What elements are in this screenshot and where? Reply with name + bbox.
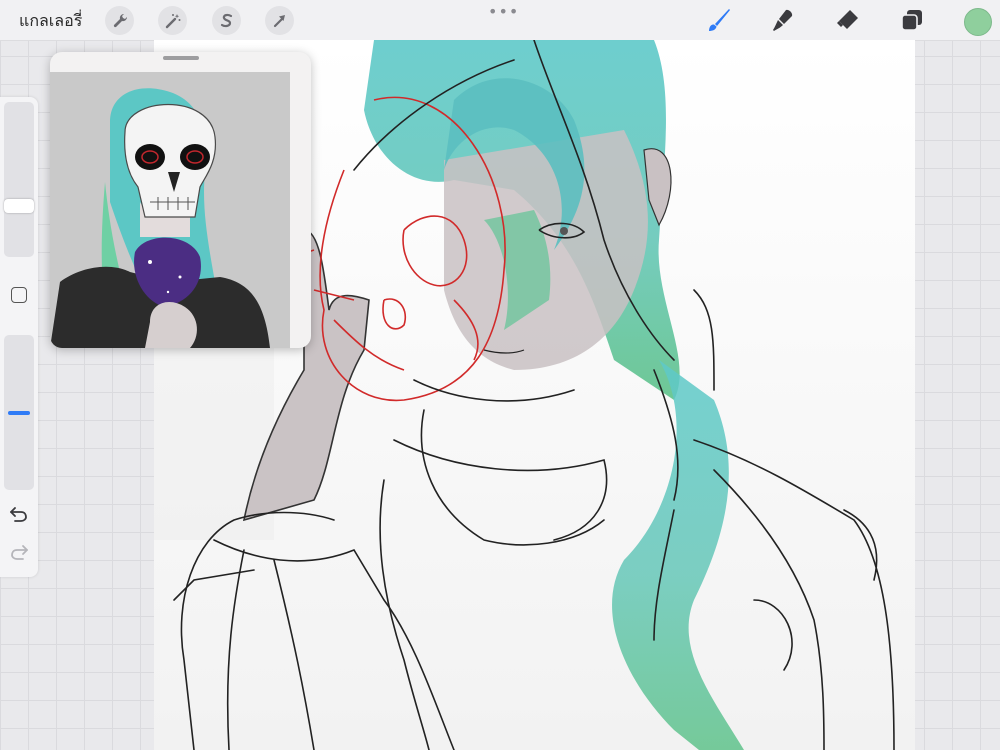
top-toolbar: แกลเลอรี่ •••: [0, 0, 1000, 41]
selection-s-icon: [220, 13, 232, 27]
brush-size-thumb[interactable]: [4, 199, 34, 213]
paint-button[interactable]: [705, 6, 733, 34]
left-sidebar: [0, 97, 38, 577]
erase-button[interactable]: [834, 6, 862, 34]
smudge-icon: [773, 9, 793, 31]
wrench-icon: [113, 13, 127, 27]
smudge-button[interactable]: [769, 6, 797, 34]
brush-size-slider[interactable]: [4, 102, 34, 257]
gallery-button[interactable]: แกลเลอรี่: [19, 9, 82, 34]
selection-button[interactable]: [212, 6, 241, 35]
brush-icon: [709, 9, 730, 31]
opacity-thumb[interactable]: [8, 411, 30, 415]
adjustments-button[interactable]: [158, 6, 187, 35]
actions-button[interactable]: [105, 6, 134, 35]
layers-icon: [901, 10, 922, 31]
arrow-cursor-icon: [273, 14, 285, 27]
reference-image: [50, 72, 290, 348]
eraser-icon: [837, 10, 858, 29]
color-swatch-button[interactable]: [964, 8, 992, 36]
transform-button[interactable]: [265, 6, 294, 35]
layers-button[interactable]: [898, 6, 926, 34]
more-options-button[interactable]: •••: [488, 2, 519, 21]
undo-icon[interactable]: [9, 505, 29, 523]
magic-wand-icon: [165, 13, 180, 28]
redo-icon[interactable]: [9, 543, 29, 561]
square-modify-icon[interactable]: [11, 287, 27, 303]
reference-window[interactable]: [50, 52, 311, 348]
